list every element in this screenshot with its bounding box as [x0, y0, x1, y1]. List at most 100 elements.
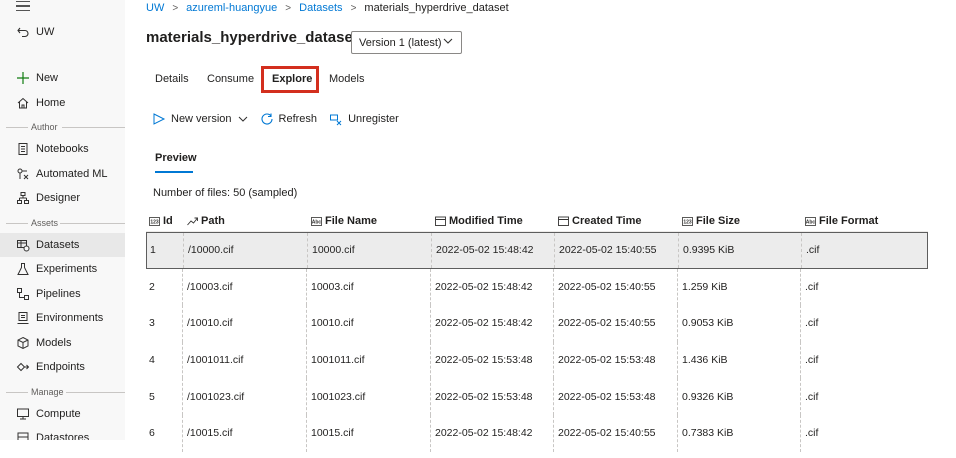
- cell-modified-time: 2022-05-02 15:48:42: [436, 244, 534, 257]
- cell-file-format: .cif: [805, 354, 819, 367]
- table-row[interactable]: 3/10010.cif 10010.cif 2022-05-02 15:48:42 2…: [146, 305, 928, 342]
- chevron-right-icon: >: [350, 2, 357, 14]
- cell-file-format: .cif: [805, 390, 819, 403]
- sidebar-item-designer[interactable]: Designer: [0, 186, 125, 210]
- workspace-label: UW: [36, 26, 55, 38]
- table-row[interactable]: 4/1001011.cif 1001011.cif 2022-05-02 15:53…: [146, 341, 928, 379]
- tab-explore[interactable]: Explore: [272, 68, 313, 92]
- endpoint-icon: [16, 360, 30, 374]
- number-type-icon: 123: [149, 216, 160, 227]
- column-divider: [182, 341, 183, 379]
- section-manage: Manage: [0, 385, 125, 399]
- column-header-created-time[interactable]: Created Time: [558, 210, 642, 232]
- automl-icon: [16, 167, 30, 181]
- hamburger-menu-icon[interactable]: [16, 1, 30, 11]
- svg-text:123: 123: [150, 219, 159, 225]
- chevron-down-icon: [443, 36, 453, 46]
- sidebar-item-environments[interactable]: Environments: [0, 306, 125, 330]
- tab-models[interactable]: Models: [329, 68, 364, 85]
- path-icon: [187, 216, 198, 227]
- unregister-button[interactable]: Unregister: [329, 112, 399, 126]
- column-header-modified-time[interactable]: Modified Time: [435, 210, 523, 232]
- column-divider: [306, 378, 307, 415]
- svg-text:123: 123: [683, 219, 692, 225]
- table-body: 1/10000.cif 10000.cif 2022-05-02 15:48:42 2…: [146, 232, 928, 452]
- cell-file-size: 1.436 KiB: [682, 354, 728, 367]
- environment-icon: [16, 311, 30, 325]
- cell-created-time: 2022-05-02 15:53:48: [558, 354, 656, 367]
- refresh-label: Refresh: [278, 113, 318, 125]
- breadcrumb-resource[interactable]: azureml-huangyue: [186, 2, 277, 14]
- column-divider: [307, 233, 308, 268]
- cell-id: 6: [149, 427, 155, 440]
- sidebar-item-datasets[interactable]: Datasets: [0, 233, 125, 257]
- cell-path: /10003.cif: [187, 280, 233, 293]
- column-header-path[interactable]: Path: [187, 210, 225, 232]
- text-type-icon: Abc: [805, 216, 816, 227]
- sidebar-item-home[interactable]: Home: [0, 91, 125, 115]
- column-divider: [553, 268, 554, 306]
- chevron-right-icon: >: [172, 2, 179, 14]
- sidebar-label: Notebooks: [36, 143, 89, 155]
- sidebar-item-new[interactable]: New: [0, 66, 125, 90]
- sidebar-label: Automated ML: [36, 168, 108, 180]
- column-divider: [800, 414, 801, 452]
- table-row[interactable]: 6/10015.cif 10015.cif 2022-05-02 15:48:42 2…: [146, 414, 928, 452]
- breadcrumb-workspace[interactable]: UW: [146, 2, 164, 14]
- cell-created-time: 2022-05-02 15:53:48: [558, 390, 656, 403]
- sidebar-item-automated-ml[interactable]: Automated ML: [0, 162, 125, 186]
- datastore-icon: [16, 431, 30, 440]
- cell-file-name: 10010.cif: [311, 317, 354, 330]
- flask-icon: [16, 262, 30, 276]
- column-divider: [182, 414, 183, 452]
- cell-file-size: 0.9395 KiB: [683, 244, 735, 257]
- sidebar-item-experiments[interactable]: Experiments: [0, 257, 125, 281]
- refresh-button[interactable]: Refresh: [260, 112, 318, 126]
- version-dropdown[interactable]: Version 1 (latest): [351, 31, 462, 54]
- column-header-file-size[interactable]: 123 File Size: [682, 210, 740, 232]
- notebook-icon: [16, 142, 30, 156]
- cell-path: /10015.cif: [187, 427, 233, 440]
- monitor-icon: [16, 407, 30, 421]
- table-row[interactable]: 5/1001023.cif 1001023.cif 2022-05-02 15:53…: [146, 378, 928, 415]
- column-divider: [677, 305, 678, 342]
- sidebar-label: Home: [36, 97, 66, 109]
- breadcrumb-datasets[interactable]: Datasets: [299, 2, 342, 14]
- column-divider: [182, 268, 183, 306]
- sidebar-label: New: [36, 72, 59, 84]
- cell-created-time: 2022-05-02 15:40:55: [559, 244, 657, 257]
- sidebar-label: Models: [36, 337, 72, 349]
- table-row[interactable]: 2/10003.cif 10003.cif 2022-05-02 15:48:42 2…: [146, 268, 928, 306]
- sidebar-item-notebooks[interactable]: Notebooks: [0, 137, 125, 161]
- column-divider: [430, 414, 431, 452]
- sidebar-item-workspace[interactable]: UW: [0, 20, 125, 44]
- column-divider: [800, 378, 801, 415]
- cell-file-format: .cif: [805, 427, 819, 440]
- cell-file-size: 0.9326 KiB: [682, 390, 734, 403]
- table-row[interactable]: 1/10000.cif 10000.cif 2022-05-02 15:48:42 2…: [146, 232, 928, 269]
- column-divider: [677, 341, 678, 379]
- sidebar-item-models[interactable]: Models: [0, 331, 125, 355]
- sidebar-item-compute[interactable]: Compute: [0, 402, 125, 426]
- calendar-icon: [435, 216, 446, 227]
- tab-details[interactable]: Details: [155, 68, 189, 85]
- sidebar-item-datastores[interactable]: Datastores: [0, 426, 125, 440]
- sidebar-label: Environments: [36, 312, 104, 324]
- text-type-icon: Abc: [311, 216, 322, 227]
- column-divider: [554, 233, 555, 268]
- new-version-button[interactable]: New version: [152, 112, 248, 126]
- column-header-file-name[interactable]: Abc File Name: [311, 210, 377, 232]
- sidebar-item-endpoints[interactable]: Endpoints: [0, 355, 125, 379]
- column-header-id[interactable]: 123 Id: [149, 210, 173, 232]
- column-divider: [553, 341, 554, 379]
- tab-preview[interactable]: Preview: [155, 152, 197, 173]
- column-divider: [430, 341, 431, 379]
- breadcrumb-current: materials_hyperdrive_dataset: [364, 2, 509, 14]
- column-header-file-format[interactable]: Abc File Format: [805, 210, 878, 232]
- cell-modified-time: 2022-05-02 15:48:42: [435, 427, 533, 440]
- cell-file-name: 10000.cif: [312, 244, 355, 257]
- sidebar-label: Pipelines: [36, 288, 81, 300]
- tab-consume[interactable]: Consume: [207, 68, 254, 85]
- sidebar-item-pipelines[interactable]: Pipelines: [0, 282, 125, 306]
- cell-modified-time: 2022-05-02 15:53:48: [435, 390, 533, 403]
